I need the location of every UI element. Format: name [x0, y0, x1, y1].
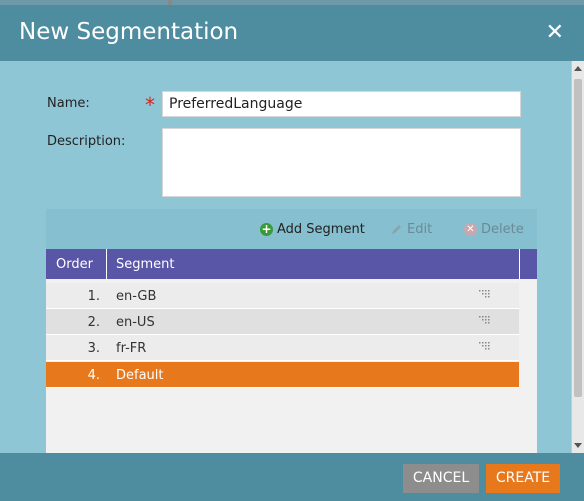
- column-header-order[interactable]: Order: [46, 249, 107, 279]
- table-row-selected[interactable]: 4. Default: [46, 362, 519, 388]
- row-segment: en-US: [116, 315, 155, 330]
- segments-panel: + Add Segment Edit ✕ Delete Order Segmen…: [46, 209, 537, 453]
- delete-circle-icon: ✕: [464, 223, 477, 236]
- row-order: 2.: [87, 315, 100, 330]
- grid-header: Order Segment: [46, 249, 537, 279]
- description-field[interactable]: [162, 128, 521, 197]
- dialog-footer: CANCEL CREATE: [0, 453, 584, 501]
- row-order: 4.: [87, 368, 100, 383]
- scroll-up-icon[interactable]: [574, 66, 582, 71]
- delete-label: Delete: [481, 222, 524, 237]
- name-label: Name:: [47, 96, 90, 111]
- close-icon[interactable]: ✕: [546, 19, 564, 47]
- table-row[interactable]: 2. en-US: [46, 309, 519, 335]
- dialog-scrollbar[interactable]: [571, 61, 584, 453]
- table-row[interactable]: 1. en-GB: [46, 283, 519, 309]
- row-order: 3.: [87, 341, 100, 356]
- drag-handle-icon[interactable]: [479, 290, 491, 300]
- plus-circle-icon: +: [260, 222, 273, 236]
- table-row[interactable]: 3. fr-FR: [46, 335, 519, 361]
- edit-label: Edit: [407, 222, 433, 237]
- name-field[interactable]: PreferredLanguage: [162, 91, 521, 117]
- row-order: 1.: [87, 289, 100, 304]
- dialog-header: New Segmentation ✕: [0, 5, 584, 61]
- create-button[interactable]: CREATE: [486, 464, 560, 493]
- scrollbar-thumb[interactable]: [574, 79, 582, 397]
- drag-handle-icon[interactable]: [479, 316, 491, 326]
- add-segment-label: Add Segment: [277, 222, 365, 237]
- column-header-segment[interactable]: Segment: [107, 249, 520, 279]
- required-asterisk: *: [145, 93, 155, 117]
- dialog-title: New Segmentation: [19, 19, 239, 45]
- delete-button[interactable]: ✕ Delete: [464, 222, 524, 237]
- row-segment: en-GB: [116, 289, 157, 304]
- row-segment: fr-FR: [116, 341, 147, 356]
- description-label: Description:: [47, 134, 126, 149]
- segments-toolbar: + Add Segment Edit ✕ Delete: [46, 209, 537, 249]
- add-segment-button[interactable]: + Add Segment: [260, 222, 365, 237]
- pencil-icon: [392, 225, 401, 234]
- scroll-down-icon[interactable]: [574, 443, 582, 448]
- row-segment: Default: [116, 368, 164, 383]
- drag-handle-icon[interactable]: [479, 342, 491, 352]
- edit-button[interactable]: Edit: [390, 222, 432, 237]
- cancel-button[interactable]: CANCEL: [403, 464, 479, 493]
